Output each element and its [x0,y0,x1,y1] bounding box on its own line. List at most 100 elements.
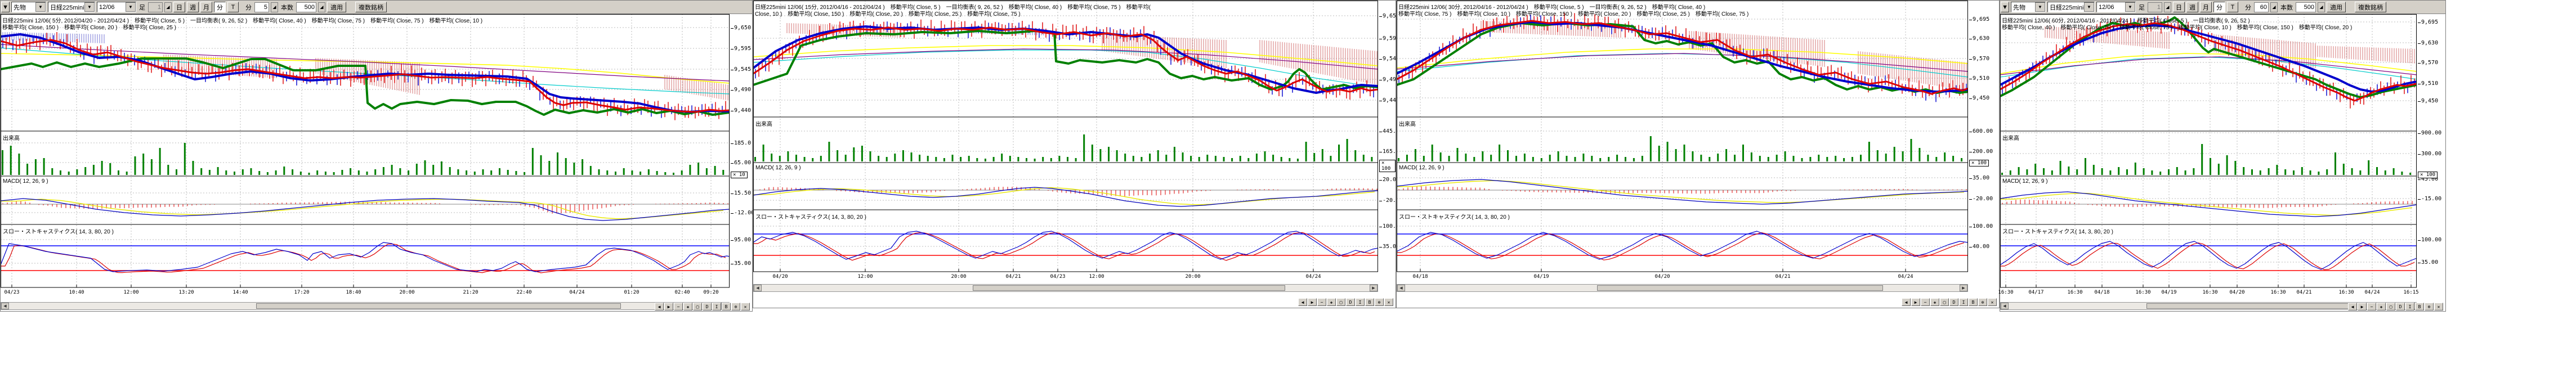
time-axis-label: 12:00 [1089,274,1104,280]
macd-axis-label: -12.00 [734,210,754,216]
chart-tool-icon-2[interactable]: − [674,303,683,310]
time-axis-label: 17:20 [294,290,309,295]
chart-tool-icon-3[interactable]: ✚ [1930,298,1939,306]
chart-tool-icon-8[interactable]: ⊕ [731,303,740,310]
chart-tool-icon-0[interactable]: ◀ [1902,298,1911,306]
chart-tool-icon-2[interactable]: − [2367,303,2376,310]
chart-tool-icon-4[interactable]: ▢ [2386,303,2395,310]
time-axis-label: 04/21 [2296,290,2311,295]
chart-tool-icon-4[interactable]: ▢ [1940,298,1949,306]
chart-tool-icon-1[interactable]: ▶ [2358,303,2367,310]
price-axis-label: 9,450 [1973,95,1989,101]
volume-axis-label: 600.00 [1973,128,1993,134]
stoch-axis-label: 35.00 [734,260,751,267]
scrollbar-thumb[interactable] [973,285,1285,291]
chart-tool-icon-8[interactable]: ⊕ [2425,303,2434,310]
chart-tool-icon-7[interactable]: B [2415,303,2424,310]
chart-tool-icon-3[interactable]: ✚ [1327,298,1336,306]
chart-tool-icon-3[interactable]: ✚ [683,303,692,310]
chart-title-line2: 移動平均( Close, 40 ) 移動平均( Close, 75 ) 移動平均… [2002,22,2352,31]
time-axis-label: 04/23 [4,290,19,295]
chart-tool-icon-7[interactable]: B [1969,298,1978,306]
macd-axis-label: 35.00 [1973,175,1989,181]
chart-tool-icon-6[interactable]: I [712,303,721,310]
horizontal-scrollbar[interactable]: ◀▶ [1,302,730,310]
scrollbar-thumb[interactable] [1597,285,1883,291]
chart-tool-icon-3[interactable]: ✚ [2377,303,2386,310]
volume-section-label: 出来高 [1399,119,1416,128]
chart-tool-icon-1[interactable]: ▶ [664,303,673,310]
chart-title-line2: Close, 10 ) 移動平均( Close, 150 ) 移動平均( Clo… [755,9,1021,17]
chart-tool-icon-7[interactable]: B [722,303,731,310]
chart-tool-icon-0[interactable]: ◀ [1298,298,1307,306]
chart-tool-icon-9[interactable]: ✕ [1384,298,1393,306]
trading-app-screen: ▼先物▼日経225mini▼12/06▼足1◢日週月分T分5◢本数500◢適用複… [0,0,2576,378]
chart-tool-icons: ◀▶−✚▢DIB⊕✕ [1298,298,1393,306]
chart-tool-icon-1[interactable]: ▶ [1308,298,1317,306]
volume-axis-label: 65.00 [734,160,751,166]
time-axis-label: 13:20 [178,290,194,295]
scroll-left-button[interactable]: ◀ [754,285,762,291]
chart-5min-window: ▼先物▼日経225mini▼12/06▼足1◢日週月分T分5◢本数500◢適用複… [0,0,753,312]
chart-tool-icon-4[interactable]: ▢ [1336,298,1345,306]
scroll-right-button[interactable]: ▶ [1370,285,1378,291]
chart-60min-window: ▼先物▼日経225mini▼12/06▼足1◢日週月分T分60◢本数500◢適用… [2000,0,2446,312]
time-axis-label: 21:20 [463,290,478,295]
price-axis-label: 9,695 [2421,19,2438,25]
chart-tool-icon-1[interactable]: ▶ [1911,298,1920,306]
volume-axis-label: 900.00 [2421,130,2441,136]
price-axis-label: 9,630 [2421,40,2438,46]
time-axis-label: 12:00 [857,274,873,280]
chart-title-line2: 移動平均( Close, 150 ) 移動平均( Close, 20 ) 移動平… [2,22,176,31]
scroll-left-button[interactable]: ◀ [2001,303,2009,309]
chart-tool-icon-4[interactable]: ▢ [693,303,702,310]
price-axis-label: 9,650 [734,25,751,31]
chart-tool-icon-9[interactable]: ✕ [1988,298,1997,306]
chart-tool-icon-6[interactable]: I [2405,303,2414,310]
chart-tool-icon-5[interactable]: D [1949,298,1958,306]
price-axis-label: 9,630 [1973,35,1989,42]
time-axis-label: 16:30 [2338,290,2354,295]
chart-tool-icon-5[interactable]: D [703,303,712,310]
time-axis-label: 01:20 [624,290,639,295]
chart-tool-icon-8[interactable]: ⊕ [1375,298,1384,306]
stoch-section-label: スロー・ストキャスティクス( 14, 3, 80, 20 ) [2002,227,2113,235]
scrollbar-thumb[interactable] [2146,303,2355,309]
chart-tool-icon-2[interactable]: − [1317,298,1326,306]
volume-multiplier-badge: × 10 [731,172,748,178]
scroll-left-button[interactable]: ◀ [1397,285,1405,291]
chart-tool-icon-9[interactable]: ✕ [2434,303,2443,310]
time-axis-label: 04/24 [569,290,584,295]
volume-multiplier-badge: × 100 [1969,160,1989,166]
price-axis-label: 9,570 [1973,56,1989,62]
chart-tool-icon-5[interactable]: D [2396,303,2405,310]
time-axis-label: 04/19 [1533,274,1549,280]
chart-tool-icon-9[interactable]: ✕ [741,303,750,310]
time-axis-label: 09:20 [703,290,718,295]
volume-section-label: 出来高 [2002,133,2019,142]
scrollbar-thumb[interactable] [256,303,621,309]
chart-tool-icon-6[interactable]: I [1356,298,1365,306]
time-axis-label: 04/20 [2229,290,2244,295]
scroll-right-button[interactable]: ▶ [1960,285,1967,291]
stoch-section-label: スロー・ストキャスティクス( 14, 3, 80, 20 ) [3,227,114,235]
price-axis-label: 9,510 [2421,80,2438,87]
time-axis-label: 04/24 [1305,274,1321,280]
chart-tool-icon-0[interactable]: ◀ [655,303,664,310]
stoch-axis-label: 100.00 [1973,223,1993,230]
time-axis-label: 04/18 [2094,290,2109,295]
scroll-left-button[interactable]: ◀ [1,303,9,309]
chart-tool-icon-5[interactable]: D [1346,298,1355,306]
chart-tool-icon-8[interactable]: ⊕ [1978,298,1987,306]
chart-tool-icon-2[interactable]: − [1921,298,1930,306]
chart-tool-icon-0[interactable]: ◀ [2348,303,2357,310]
horizontal-scrollbar[interactable]: ◀▶ [1397,284,1968,292]
chart-tool-icon-6[interactable]: I [1959,298,1968,306]
chart-tool-icon-7[interactable]: B [1365,298,1374,306]
price-axis-label: 9,440 [734,107,751,114]
horizontal-scrollbar[interactable]: ◀▶ [753,284,1378,292]
time-axis-label: 04/24 [2364,290,2380,295]
time-axis-label: 04/20 [1654,274,1670,280]
chart-tool-icons: ◀▶−✚▢DIB⊕✕ [1902,298,1997,306]
time-axis-label: 14:40 [232,290,248,295]
